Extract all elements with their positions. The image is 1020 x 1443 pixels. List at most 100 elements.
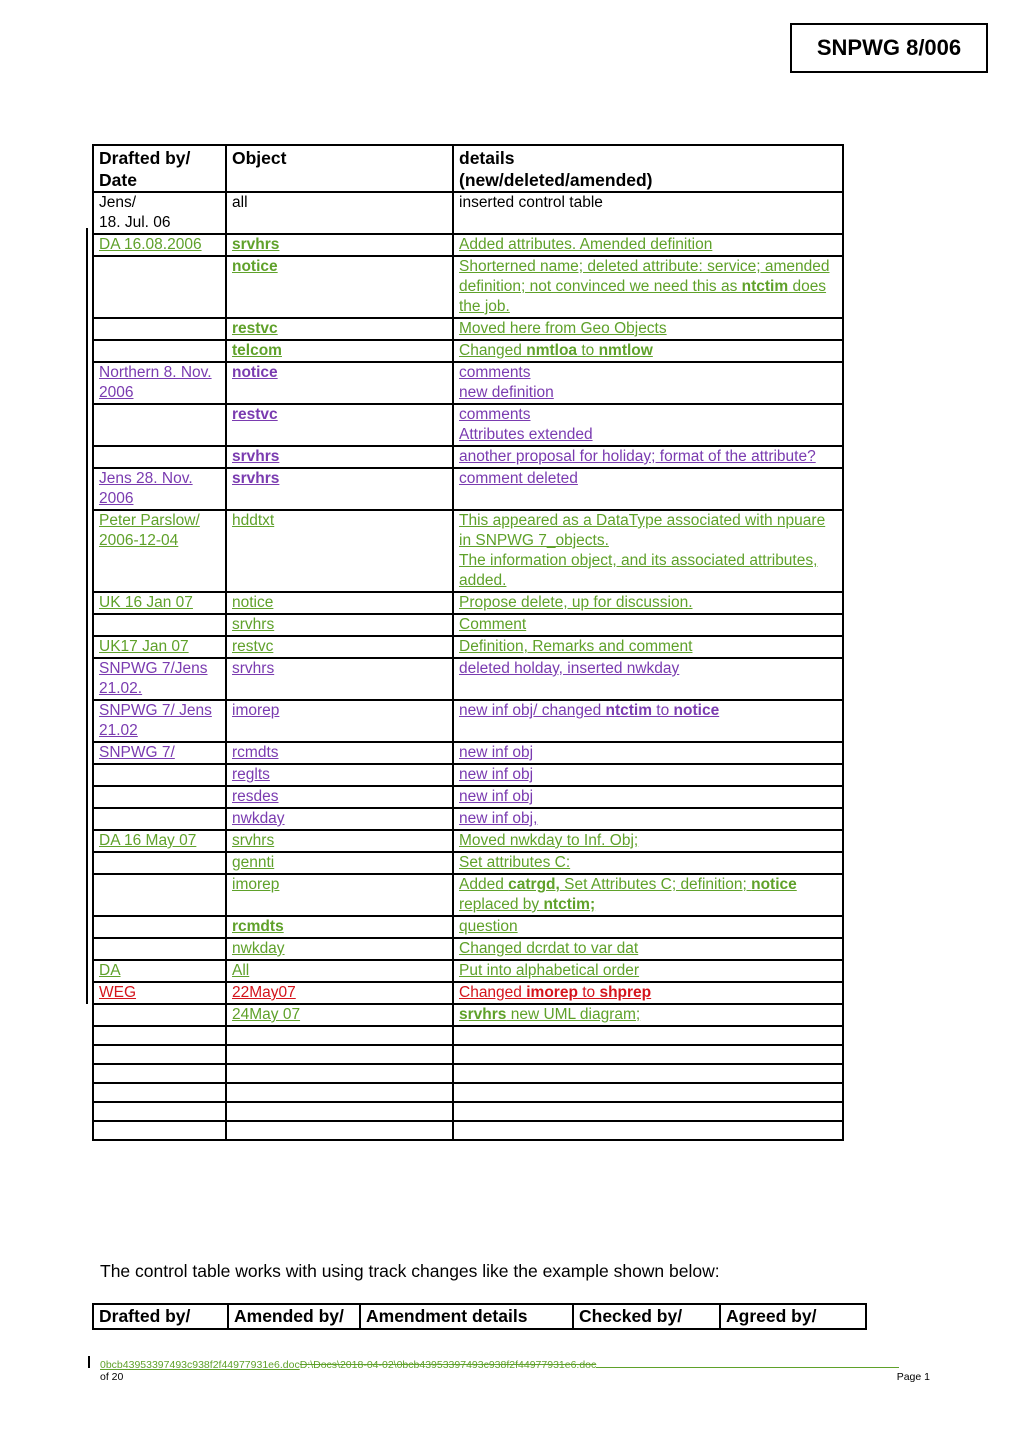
table-row: WEG 22May07 Changed imorep to shprep (92, 981, 844, 1005)
table-row: Jens/ 18. Jul. 06 all inserted control tab… (92, 191, 844, 235)
table-row: DA All Put into alphabetical order (92, 959, 844, 983)
details-text: Added attributes. Amended definition (459, 236, 713, 253)
table-row: SNPWG 7/Jens 21.02. srvhrs deleted holday,… (92, 657, 844, 701)
cell-details: Set attributes C: (452, 851, 844, 875)
cell-drafted: DA 16.08.2006 (92, 233, 227, 257)
cell-object: restvc (225, 403, 454, 447)
cell-drafted (92, 1044, 227, 1065)
cell-object: srvhrs (225, 445, 454, 469)
drafted-text: Jens 28. Nov. 2006 (99, 470, 193, 507)
example-table: Drafted by/ Amended by/ Amendment detail… (92, 1303, 867, 1330)
details-text: Propose delete, up for discussion. (459, 594, 693, 611)
object-text: All (232, 962, 250, 979)
cell-object: all (225, 191, 454, 235)
cell-details: new inf obj/ changed ntctim to notice (452, 699, 844, 743)
cell-drafted (92, 403, 227, 447)
details-text: Changed (459, 984, 527, 1001)
object-text: srvhrs (232, 832, 275, 849)
table-row: nwkday new inf obj, (92, 807, 844, 831)
table-row: UK 16 Jan 07 notice Propose delete, up for… (92, 591, 844, 615)
details-text: new inf obj, (459, 810, 538, 827)
object-text: rcmdts (232, 918, 284, 935)
table-row: resdes new inf obj (92, 785, 844, 809)
table-row: telcom Changed nmtloa to nmtlow (92, 339, 844, 363)
table-row: DA 16.08.2006 srvhrs Added attributes. Ame… (92, 233, 844, 257)
empty-table-row (92, 1063, 844, 1084)
cell-drafted: Northern 8. Nov. 2006 (92, 361, 227, 405)
object-text: nwkday (232, 940, 285, 957)
empty-table-row (92, 1101, 844, 1122)
object-text: imorep (232, 702, 280, 719)
example-header-checked: Checked by/ (572, 1303, 721, 1330)
cell-object: imorep (225, 873, 454, 917)
cell-details: Definition, Remarks and comment (452, 635, 844, 659)
details-text: Put into alphabetical order (459, 962, 640, 979)
cell-object: notice (225, 255, 454, 319)
cell-object: 24May 07 (225, 1003, 454, 1027)
details-text: Changed (459, 342, 527, 359)
empty-table-row (92, 1025, 844, 1046)
header-drafted: Drafted by/Date (92, 144, 227, 193)
details-text: new inf obj (459, 788, 534, 805)
details-identifier: ntctim (605, 702, 653, 719)
table-row: nwkday Changed dcrdat to var dat (92, 937, 844, 961)
cell-drafted (92, 873, 227, 917)
cell-object (225, 1063, 454, 1084)
details-text: new inf obj/ changed (459, 702, 606, 719)
cell-details (452, 1082, 844, 1103)
table-row: gennti Set attributes C: (92, 851, 844, 875)
empty-table-row (92, 1044, 844, 1065)
cell-object: reglts (225, 763, 454, 787)
cell-details: comment deleted (452, 467, 844, 511)
details-identifier: notice (673, 702, 720, 719)
table-row: srvhrs another proposal for holiday; form… (92, 445, 844, 469)
cell-details: inserted control table (452, 191, 844, 235)
control-table: Drafted by/Date Object details (new/delet… (92, 144, 844, 1141)
object-text: 24May 07 (232, 1006, 301, 1023)
details-text: replaced by (459, 896, 544, 913)
table-row: restvc Moved here from Geo Objects (92, 317, 844, 341)
table-row: Northern 8. Nov. 2006 notice comments new … (92, 361, 844, 405)
cell-drafted (92, 1003, 227, 1027)
details-identifier: ntctim (741, 278, 789, 295)
details-text: new inf obj (459, 744, 534, 761)
details-text: Definition, Remarks and comment (459, 638, 693, 655)
cell-object: restvc (225, 635, 454, 659)
cell-details: Added attributes. Amended definition (452, 233, 844, 257)
example-header-amended: Amended by/ (227, 1303, 361, 1330)
details-text: new inf obj (459, 766, 534, 783)
table-row: Peter Parslow/ 2006-12-04 hddtxt This appe… (92, 509, 844, 593)
drafted-text: UK 16 Jan 07 (99, 594, 193, 611)
object-text: srvhrs (232, 616, 275, 633)
cell-object: resdes (225, 785, 454, 809)
details-text: Set attributes C: (459, 854, 571, 871)
cell-details (452, 1025, 844, 1046)
object-text: imorep (232, 876, 280, 893)
cell-drafted (92, 339, 227, 363)
cell-details (452, 1120, 844, 1141)
details-text: deleted holday, inserted nwkday (459, 660, 680, 677)
details-identifier: shprep (599, 984, 652, 1001)
details-text: to (577, 342, 599, 359)
details-text: new UML diagram; (506, 1006, 641, 1023)
cell-drafted (92, 445, 227, 469)
details-identifier: imorep (526, 984, 578, 1001)
details-text: comments new definition (459, 364, 554, 401)
cell-drafted (92, 1101, 227, 1122)
object-text: notice (232, 594, 274, 611)
cell-details (452, 1101, 844, 1122)
drafted-text: WEG (99, 984, 137, 1001)
cell-object: notice (225, 591, 454, 615)
cell-drafted (92, 1063, 227, 1084)
cell-details: comments new definition (452, 361, 844, 405)
table-row: notice Shorterned name; deleted attribute… (92, 255, 844, 319)
details-text: comment deleted (459, 470, 578, 487)
details-identifier: ntctim; (543, 896, 596, 913)
cell-object: restvc (225, 317, 454, 341)
object-text: resdes (232, 788, 279, 805)
details-text: another proposal for holiday; format of … (459, 448, 816, 465)
cell-drafted (92, 1120, 227, 1141)
object-text: nwkday (232, 810, 285, 827)
details-identifier: notice (751, 876, 797, 893)
cell-drafted: UK17 Jan 07 (92, 635, 227, 659)
